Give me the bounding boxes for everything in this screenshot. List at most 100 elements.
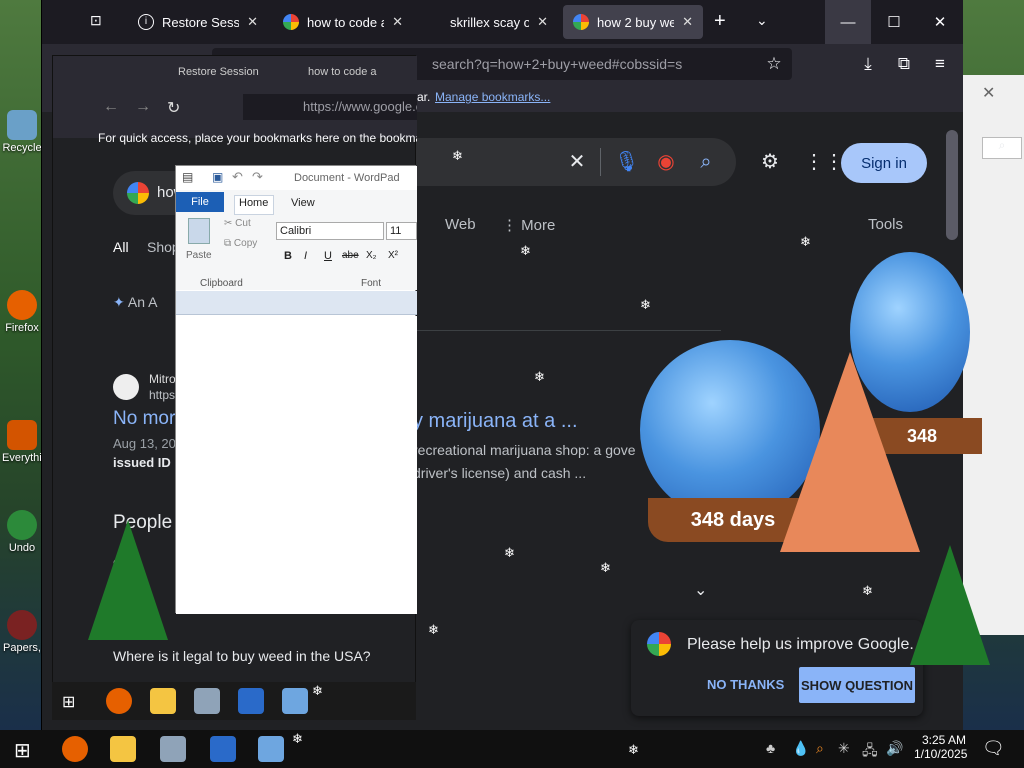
scrollbar-thumb[interactable] [946,130,958,240]
show-question-button[interactable]: SHOW QUESTION [799,667,915,703]
forward-icon[interactable]: → [135,98,151,116]
copy-button[interactable]: ⧉ Copy [224,238,257,249]
tools-button[interactable]: Tools [868,216,903,233]
desktop-icon-everything[interactable]: Everything [2,420,54,464]
close-tab-icon[interactable]: ✕ [247,14,258,30]
papers-icon [7,610,37,640]
tab-label: Restore Session [178,66,259,78]
app-icon[interactable] [210,736,236,762]
close-tab-icon[interactable]: ✕ [682,14,693,30]
tray-app-icon[interactable]: ♣ [766,740,775,756]
app-icon[interactable] [238,688,264,714]
document-area[interactable] [176,316,417,614]
subscript-button[interactable]: X₂ [366,250,377,261]
extensions-icon[interactable]: ⧉ [892,52,916,76]
wordpad-icon[interactable] [258,736,284,762]
microphone-icon[interactable]: 🎙 [614,150,639,174]
notifications-icon[interactable]: 🗨 [982,738,1005,759]
tab-how-to-code[interactable]: how to code a w ✕ [273,5,413,39]
ai-overview[interactable]: ✦ An A [113,294,157,311]
tab-view[interactable]: View [291,197,315,209]
close-icon[interactable]: ✕ [982,83,995,103]
tab-label: Restore Session [162,14,240,30]
windows-start-icon[interactable]: ⊞ [62,692,75,712]
url-text: https://www.google.c [303,99,417,114]
file-menu-button[interactable]: File [176,192,224,212]
result-title-link[interactable]: y marijuana at a ... [413,410,578,433]
manage-bookmarks-link[interactable]: Manage bookmarks... [435,90,550,104]
close-tab-icon[interactable]: ✕ [537,14,548,30]
water-drop-icon[interactable]: 💧 [792,740,809,757]
chevron-down-icon[interactable]: ⌄ [694,580,707,600]
undo-icon[interactable]: ↶ [232,169,243,185]
app-icon[interactable] [194,688,220,714]
font-size-select[interactable]: 11 [386,222,417,240]
cut-label: Cut [235,218,251,229]
clear-search-icon[interactable]: ✕ [565,150,589,174]
italic-button[interactable]: I [304,250,307,262]
wordpad-icon[interactable] [282,688,308,714]
desktop-icon-papers[interactable]: Papers, [2,610,42,654]
close-window-button[interactable]: ✕ [917,0,963,44]
search-icon[interactable]: ⌕ [982,137,1022,159]
firefox-icon[interactable] [106,688,132,714]
clock[interactable]: 3:25 AM 1/10/2025 [914,733,967,761]
paste-icon[interactable] [188,218,210,244]
tab-home[interactable]: Home [219,197,268,209]
url-bar[interactable]: https://www.google.c [243,94,417,120]
cut-button[interactable]: ✂ Cut [224,218,251,229]
tab-how-2-buy[interactable]: how 2 buy weed ✕ [563,5,703,39]
tab-restore-session[interactable]: Restore Session [178,66,259,78]
lens-icon[interactable]: ◉ [654,150,678,174]
ruler[interactable] [176,291,417,315]
superscript-button[interactable]: X² [388,250,398,261]
desktop-icon-undo[interactable]: Undo [2,510,42,554]
windows-start-icon[interactable]: ⊞ [14,738,31,763]
tab-more[interactable]: ⋮ More [502,216,555,234]
minimize-button[interactable]: — [825,0,871,44]
file-explorer-icon[interactable] [150,688,176,714]
save-icon[interactable]: ▣ [212,170,223,184]
chevron-down-icon[interactable]: ⌄ [756,12,768,29]
desktop-icon-recycle[interactable]: Recycle [2,110,42,154]
tab-how-to-code[interactable]: how to code a [308,66,377,78]
menu-icon[interactable]: ≡ [928,52,952,76]
settings-gear-icon[interactable]: ⚙ [758,150,782,174]
tab-restore-session[interactable]: i Restore Session ✕ [128,5,268,39]
bookmarks-hint-text: For quick access, place your bookmarks h… [98,131,417,145]
tab-list-icon[interactable]: ⊡ [90,12,112,32]
close-tab-icon[interactable]: ✕ [392,14,403,30]
underline-button[interactable]: U [324,250,332,262]
question-item[interactable]: Where is it legal to buy weed in the USA… [113,648,371,664]
new-tab-icon[interactable]: + [714,10,726,33]
search-tray-icon[interactable]: ⌕ [816,740,824,757]
no-thanks-button[interactable]: NO THANKS [707,677,784,692]
apps-grid-icon[interactable]: ⋮⋮ [804,150,844,174]
file-explorer-icon[interactable] [110,736,136,762]
volume-icon[interactable]: 🔊 [886,740,903,757]
sign-in-button[interactable]: Sign in [841,143,927,183]
app-icon[interactable] [160,736,186,762]
network-icon[interactable]: 🖧 [862,740,878,764]
bookmark-star-icon[interactable]: ☆ [762,52,786,76]
reload-icon[interactable]: ↻ [167,98,180,118]
bold-button[interactable]: B [284,250,292,262]
tab-skrillex[interactable]: skrillex scay onst ✕ [418,5,558,39]
desktop-icon-firefox[interactable]: Firefox [2,290,42,334]
tab-label: Home [239,197,269,209]
snowflake-icon[interactable]: ✳ [838,740,850,757]
redo-icon[interactable]: ↷ [252,169,263,185]
tab-all[interactable]: All [113,239,129,255]
maximize-button[interactable]: ☐ [871,0,917,44]
search-icon[interactable]: ⌕ [694,150,718,174]
firefox-icon[interactable] [62,736,88,762]
recycle-bin-icon [7,110,37,140]
triangle-tree-doodle [780,352,920,552]
strikethrough-button[interactable]: abe [342,250,359,261]
download-icon[interactable]: ⤓ [856,52,880,76]
taskbar-secondary: ⊞ [52,682,416,720]
font-family-select[interactable]: Calibri [276,222,384,240]
ai-label: An A [127,294,158,310]
back-icon[interactable]: ← [103,98,119,116]
tab-web[interactable]: Web [445,216,476,233]
